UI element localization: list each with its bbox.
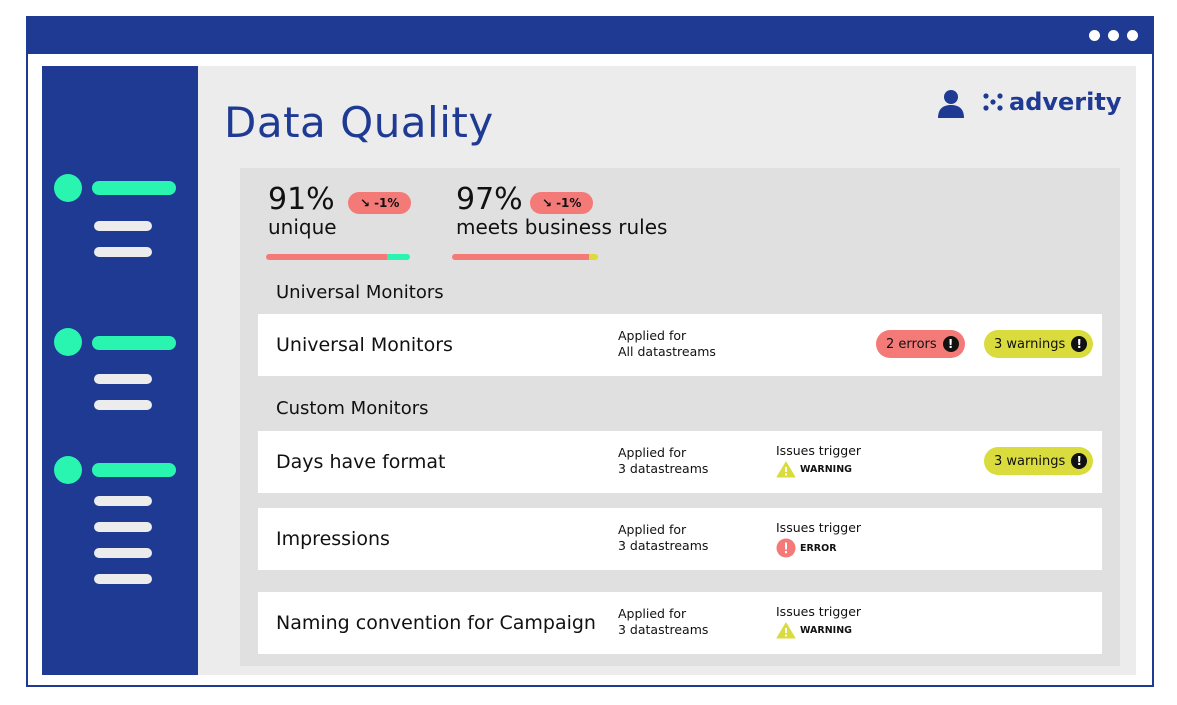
change-badge: ↘ -1% xyxy=(530,192,594,214)
applied-for: Applied for 3 datastreams xyxy=(618,606,709,637)
stat-label: unique xyxy=(268,215,337,239)
monitor-name: Universal Monitors xyxy=(276,334,453,356)
sidebar xyxy=(42,66,198,675)
monitor-row[interactable]: Universal Monitors Applied for All datas… xyxy=(258,314,1102,376)
warning-icon xyxy=(776,461,796,478)
trend-down-icon: ↘ xyxy=(360,196,371,210)
adverity-logo: adverity xyxy=(982,88,1121,116)
monitor-name: Days have format xyxy=(276,451,446,473)
nav-item[interactable] xyxy=(94,221,152,231)
nav-item[interactable] xyxy=(94,400,152,410)
more-dots-icon[interactable] xyxy=(1089,30,1138,41)
exclamation-icon: ! xyxy=(1071,453,1088,469)
monitor-name: Impressions xyxy=(276,528,390,550)
change-badge: ↘ -1% xyxy=(348,192,412,214)
nav-item[interactable] xyxy=(94,247,152,257)
nav-item-active[interactable] xyxy=(92,181,176,195)
applied-for: Applied for 3 datastreams xyxy=(618,522,709,553)
nav-dot xyxy=(54,174,82,202)
app-window: Data Quality adverity 91% unique ↘ -1% 9… xyxy=(26,16,1154,687)
nav-dot xyxy=(54,456,82,484)
issues-trigger: Issues trigger ERROR xyxy=(776,520,861,558)
nav-item[interactable] xyxy=(94,522,152,532)
nav-item[interactable] xyxy=(94,548,152,558)
stat-progress-bar xyxy=(266,254,410,260)
stat-label: meets business rules xyxy=(456,215,668,239)
nav-item-active[interactable] xyxy=(92,336,176,350)
adverity-logo-icon xyxy=(983,93,1003,111)
trend-down-icon: ↘ xyxy=(542,196,553,210)
nav-item-active[interactable] xyxy=(92,463,176,477)
section-label-universal: Universal Monitors xyxy=(276,282,444,303)
stat-progress-bar xyxy=(452,254,598,260)
main-content: Data Quality adverity 91% unique ↘ -1% 9… xyxy=(198,66,1136,675)
issues-trigger: Issues trigger WARNING xyxy=(776,604,861,639)
warning-icon xyxy=(776,622,796,639)
errors-badge[interactable]: 2 errors ! xyxy=(876,330,965,358)
applied-for: Applied for 3 datastreams xyxy=(618,445,709,476)
monitor-row[interactable]: Days have format Applied for 3 datastrea… xyxy=(258,431,1102,493)
applied-for: Applied for All datastreams xyxy=(618,328,716,359)
monitor-row[interactable]: Naming convention for Campaign Applied f… xyxy=(258,592,1102,654)
stat-value: 91% xyxy=(268,182,335,217)
monitor-name: Naming convention for Campaign xyxy=(276,612,596,634)
user-icon[interactable] xyxy=(936,88,966,118)
error-icon xyxy=(776,538,796,558)
warnings-badge[interactable]: 3 warnings ! xyxy=(984,330,1094,358)
monitors-panel: 91% unique ↘ -1% 97% meets business rule… xyxy=(240,168,1120,666)
nav-item[interactable] xyxy=(94,374,152,384)
nav-dot xyxy=(54,328,82,356)
section-label-custom: Custom Monitors xyxy=(276,398,429,419)
nav-item[interactable] xyxy=(94,574,152,584)
title-bar xyxy=(28,18,1152,54)
logo-text: adverity xyxy=(1009,88,1122,116)
monitor-row[interactable]: Impressions Applied for 3 datastreams Is… xyxy=(258,508,1102,570)
warnings-badge[interactable]: 3 warnings ! xyxy=(984,447,1094,475)
exclamation-icon: ! xyxy=(1071,336,1088,352)
issues-trigger: Issues trigger WARNING xyxy=(776,443,861,478)
stat-unique: 91% unique xyxy=(268,182,337,239)
page-title: Data Quality xyxy=(224,98,494,147)
exclamation-icon: ! xyxy=(942,336,959,352)
nav-item[interactable] xyxy=(94,496,152,506)
